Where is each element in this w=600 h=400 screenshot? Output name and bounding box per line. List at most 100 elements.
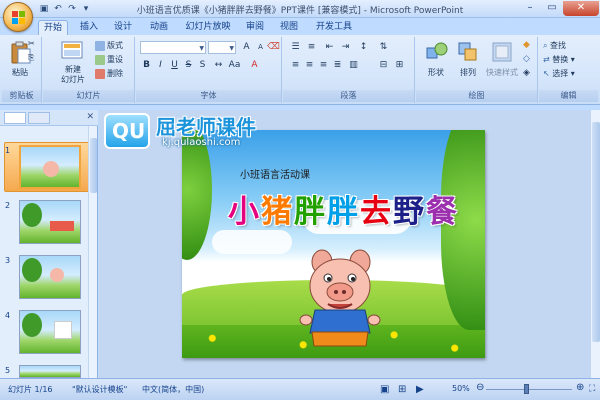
zoom-out-icon[interactable]: ⊖ xyxy=(476,382,484,393)
title-char: 去 xyxy=(360,194,393,230)
delete-button[interactable]: 删除 xyxy=(95,67,123,81)
columns-icon[interactable]: ▥ xyxy=(347,59,360,72)
layout-button[interactable]: 版式 xyxy=(95,39,123,53)
title-char: 猪 xyxy=(261,194,294,230)
slide-number: 5 xyxy=(5,366,11,375)
shrink-font-icon[interactable]: A xyxy=(254,41,267,54)
line-spacing-icon[interactable]: ↕ xyxy=(357,41,370,54)
shapes-icon[interactable] xyxy=(426,42,448,62)
close-icon[interactable]: ✕ xyxy=(86,112,94,122)
title-char: 餐 xyxy=(426,194,459,230)
new-slide-icon[interactable] xyxy=(61,41,83,61)
justify-icon[interactable]: ≣ xyxy=(331,59,344,72)
text-direction-icon[interactable]: ⇅ xyxy=(377,41,390,54)
tab-insert[interactable]: 插入 xyxy=(76,20,102,35)
close-button[interactable]: ✕ xyxy=(563,1,599,16)
copy-icon[interactable]: ⎘ xyxy=(28,51,34,65)
slide-sorter-icon[interactable]: ⊞ xyxy=(398,384,406,395)
zoom-slider[interactable] xyxy=(486,389,572,390)
slides-group: 新建 幻灯片 版式 重设 删除 幻灯片 xyxy=(43,37,135,103)
clear-format-icon[interactable]: ⌫ xyxy=(267,41,280,54)
office-button[interactable] xyxy=(3,2,33,32)
italic-icon[interactable]: I xyxy=(154,59,167,72)
align-center-icon[interactable]: ≡ xyxy=(303,59,316,72)
slide-title[interactable]: 小猪胖胖去野餐 xyxy=(228,186,459,231)
shape-effects-icon[interactable]: ◈ xyxy=(520,67,533,80)
slide-number: 1 xyxy=(5,146,11,155)
watermark-url: kj.qulaoshi.com xyxy=(162,137,241,148)
zoom-level[interactable]: 50% xyxy=(452,384,470,393)
language[interactable]: 中文(简体，中国) xyxy=(142,384,204,395)
editing-group: ⌕ 查找 ⇄ 替换 ▾ ↖ 选择 ▾ 编辑 xyxy=(539,37,598,103)
current-slide[interactable]: 小班语言活动课 小猪胖胖去野餐 xyxy=(182,130,485,358)
title-bar: ▣ ↶ ↷ ▾ 小班语言优质课《小猪胖胖去野餐》PPT课件 [兼容模式] - M… xyxy=(0,0,600,18)
change-case-icon[interactable]: Aa xyxy=(228,59,241,72)
shape-fill-icon[interactable]: ◆ xyxy=(520,39,533,52)
slide-thumbnail[interactable] xyxy=(19,365,81,378)
title-char: 小 xyxy=(228,194,261,230)
replace-icon: ⇄ xyxy=(543,55,550,64)
normal-view-icon[interactable]: ▣ xyxy=(380,384,389,395)
cut-icon[interactable]: ✂ xyxy=(28,37,35,51)
font-family-combo[interactable]: ▼ xyxy=(140,41,206,54)
arrange-icon[interactable] xyxy=(458,42,478,62)
slideshow-icon[interactable]: ▶ xyxy=(416,384,424,395)
slides-tab[interactable] xyxy=(4,112,26,124)
font-color-icon[interactable]: A xyxy=(248,59,261,72)
watermark-logo: QU xyxy=(104,113,150,149)
tab-developer[interactable]: 开发工具 xyxy=(312,20,356,35)
slide-thumbnail[interactable] xyxy=(19,255,81,299)
dropdown-arrow-icon: ▼ xyxy=(199,45,204,52)
slide-thumbnail[interactable] xyxy=(19,200,81,244)
align-text-icon[interactable]: ⊟ xyxy=(377,59,390,72)
smartart-icon[interactable]: ⊞ xyxy=(393,59,406,72)
status-bar: 幻灯片 1/16 "默认设计模板" 中文(简体，中国) ▣ ⊞ ▶ 50% ⊖ … xyxy=(0,378,600,400)
minimize-button[interactable]: – xyxy=(520,1,540,16)
zoom-in-icon[interactable]: ⊕ xyxy=(576,382,584,393)
drawing-group-label: 绘图 xyxy=(416,90,537,102)
align-right-icon[interactable]: ≡ xyxy=(317,59,330,72)
tab-home[interactable]: 开始 xyxy=(38,20,68,35)
grow-font-icon[interactable]: A xyxy=(240,41,253,54)
font-group-label: 字体 xyxy=(136,90,281,102)
scroll-thumb[interactable] xyxy=(592,122,600,342)
select-button[interactable]: ↖ 选择 ▾ xyxy=(543,67,575,81)
editor-scrollbar[interactable] xyxy=(590,110,600,378)
title-char: 胖 xyxy=(294,194,327,230)
find-button[interactable]: ⌕ 查找 xyxy=(543,39,566,53)
slide-number: 4 xyxy=(5,311,11,320)
increase-indent-icon[interactable]: ⇥ xyxy=(339,41,352,54)
scroll-thumb[interactable] xyxy=(90,138,97,193)
replace-button[interactable]: ⇄ 替换 ▾ xyxy=(543,53,575,67)
tab-animations[interactable]: 动画 xyxy=(146,20,172,35)
align-left-icon[interactable]: ≡ xyxy=(289,59,302,72)
slides-pane: ✕ 1 2 3 4 5 xyxy=(0,110,98,378)
thumbnail-scrollbar[interactable] xyxy=(88,126,97,378)
bold-icon[interactable]: B xyxy=(140,59,153,72)
numbering-icon[interactable]: ≡ xyxy=(305,41,318,54)
maximize-button[interactable]: ▭ xyxy=(542,1,562,16)
slide-thumbnail[interactable] xyxy=(19,145,81,189)
fit-window-icon[interactable]: ⛶ xyxy=(589,384,595,394)
underline-icon[interactable]: U xyxy=(168,59,181,72)
shape-outline-icon[interactable]: ◇ xyxy=(520,53,533,66)
slide-thumbnail[interactable] xyxy=(19,310,81,354)
cloud xyxy=(212,230,292,254)
tab-view[interactable]: 视图 xyxy=(276,20,302,35)
reset-button[interactable]: 重设 xyxy=(95,53,123,67)
strikethrough-icon[interactable]: S xyxy=(182,59,195,72)
quick-styles-icon[interactable] xyxy=(492,42,512,62)
decrease-indent-icon[interactable]: ⇤ xyxy=(323,41,336,54)
zoom-slider-knob[interactable] xyxy=(524,384,529,394)
tab-slideshow[interactable]: 幻灯片放映 xyxy=(180,20,236,35)
delete-icon xyxy=(95,68,105,79)
pane-tabs: ✕ xyxy=(0,110,98,126)
char-spacing-icon[interactable]: ↔ xyxy=(212,59,225,72)
tab-design[interactable]: 设计 xyxy=(110,20,136,35)
slide-subtitle[interactable]: 小班语言活动课 xyxy=(240,166,310,181)
font-size-combo[interactable]: ▼ xyxy=(208,41,236,54)
tab-review[interactable]: 审阅 xyxy=(242,20,268,35)
outline-tab[interactable] xyxy=(28,112,50,124)
shadow-text-icon[interactable]: S xyxy=(196,59,209,72)
bullets-icon[interactable]: ☰ xyxy=(289,41,302,54)
